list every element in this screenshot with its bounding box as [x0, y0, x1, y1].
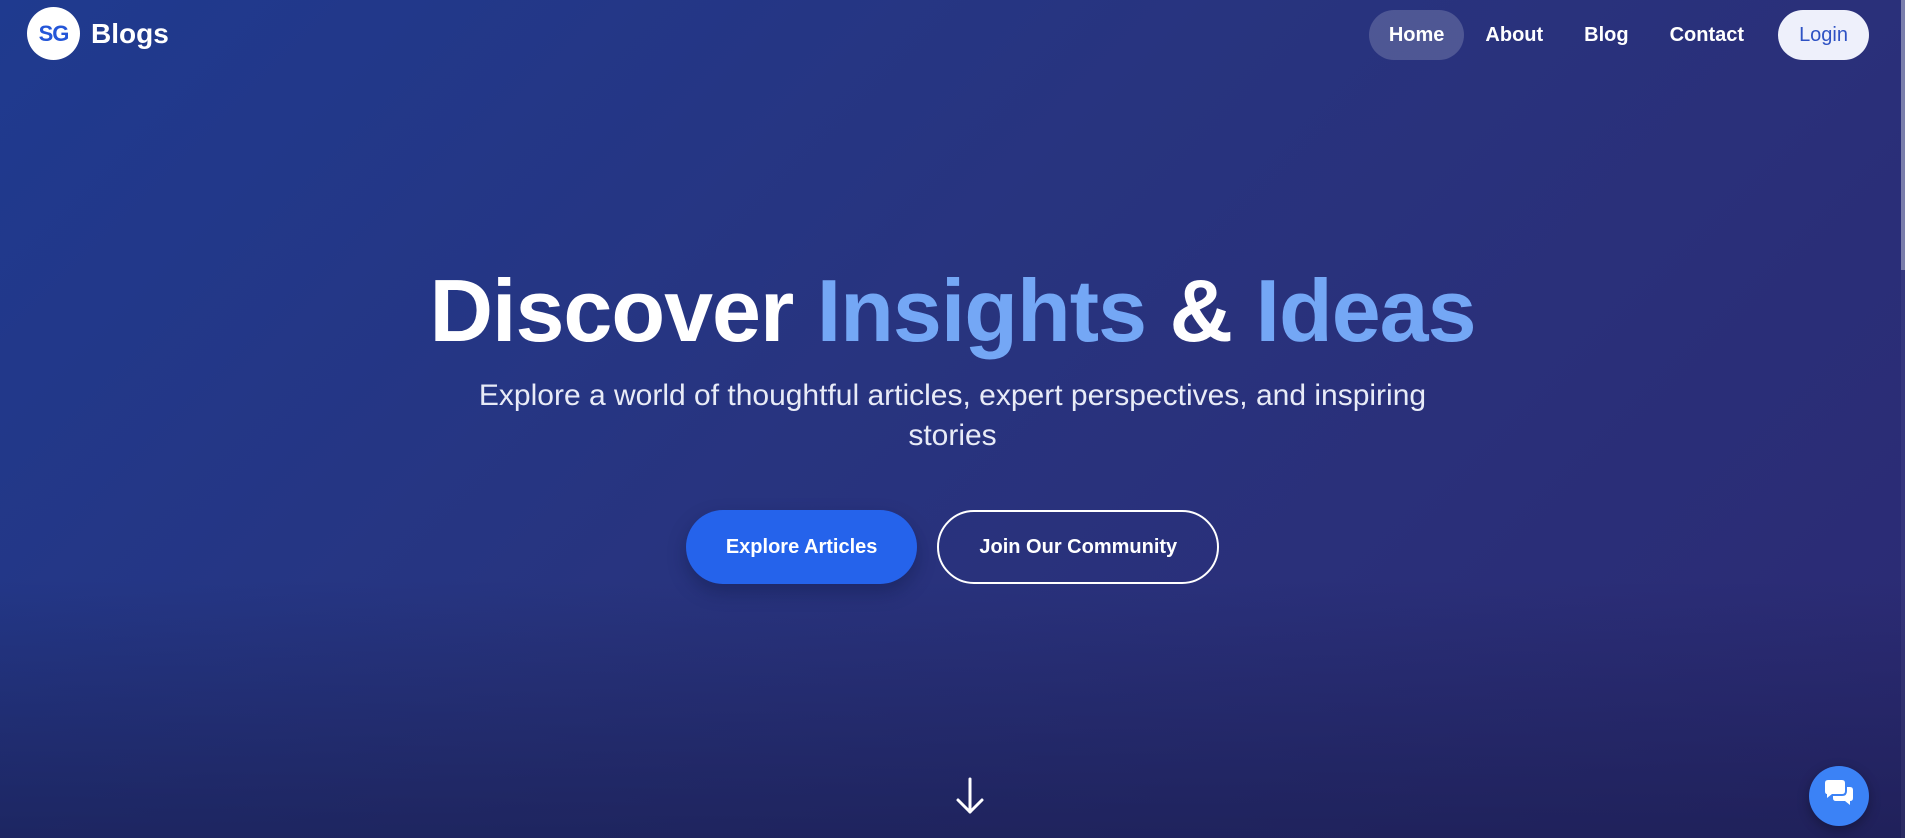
- scrollbar-thumb[interactable]: [1901, 0, 1905, 270]
- scrollbar[interactable]: [1901, 0, 1905, 838]
- brand-logo: SG: [27, 7, 80, 60]
- brand-name: Blogs: [91, 17, 169, 49]
- hero-subtitle: Explore a world of thoughtful articles, …: [478, 379, 1427, 452]
- hero-section: Discover Insights & Ideas Explore a worl…: [0, 258, 1905, 584]
- explore-articles-button[interactable]: Explore Articles: [685, 510, 918, 584]
- nav-link-about[interactable]: About: [1465, 10, 1563, 60]
- hero-title-accent-ideas: Ideas: [1255, 261, 1477, 360]
- arrow-down-icon[interactable]: [953, 776, 987, 816]
- join-community-button[interactable]: Join Our Community: [937, 510, 1220, 584]
- nav-link-home[interactable]: Home: [1368, 10, 1465, 60]
- brand-link[interactable]: SG Blogs: [27, 7, 169, 60]
- hero-title-part-3: &: [1146, 261, 1256, 360]
- hero-actions: Explore Articles Join Our Community: [0, 510, 1905, 584]
- nav-link-blog[interactable]: Blog: [1564, 10, 1648, 60]
- hero-title-accent-insights: Insights: [816, 261, 1147, 360]
- login-button[interactable]: Login: [1778, 10, 1869, 60]
- chat-button[interactable]: [1809, 766, 1869, 826]
- landing-page: SG Blogs Home About Blog Contact Login D…: [0, 0, 1905, 838]
- nav-links: Home About Blog Contact Login: [1368, 10, 1869, 60]
- hero-title: Discover Insights & Ideas: [0, 258, 1905, 364]
- nav-link-contact[interactable]: Contact: [1650, 10, 1764, 60]
- navbar: SG Blogs Home About Blog Contact Login: [0, 0, 1905, 70]
- hero-title-part-1: Discover: [429, 261, 817, 360]
- chat-icon: [1822, 779, 1856, 814]
